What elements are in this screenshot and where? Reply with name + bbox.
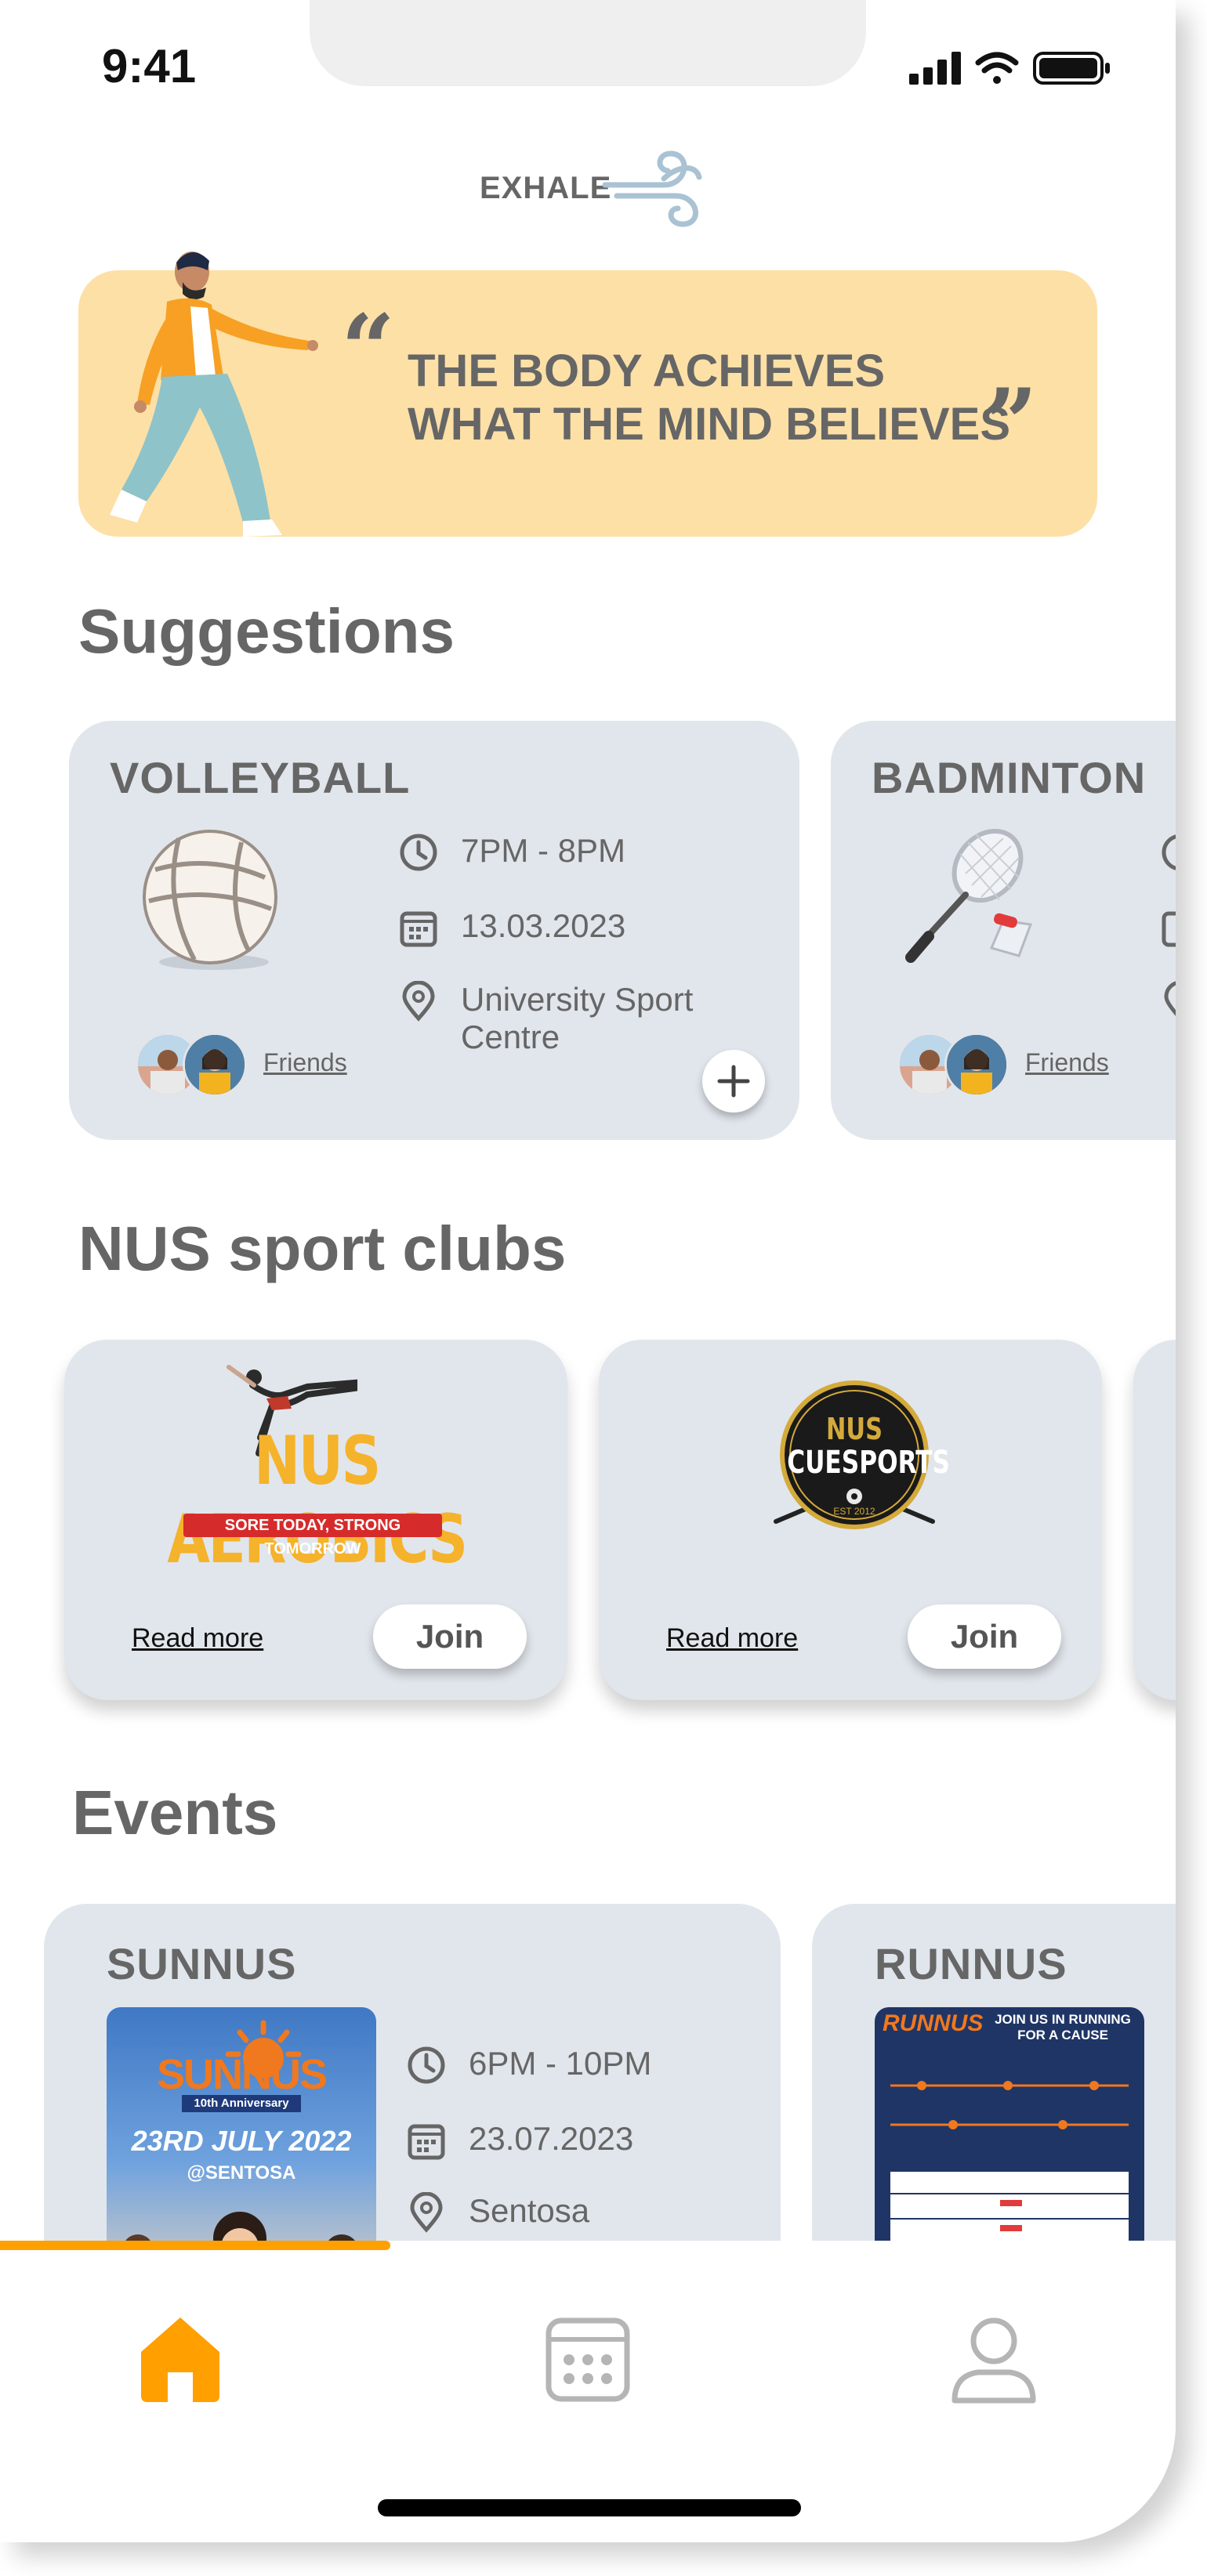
join-button[interactable]: Join bbox=[908, 1605, 1061, 1669]
signal-icon bbox=[909, 52, 961, 85]
suggestion-card-volleyball[interactable]: VOLLEYBALL Friends 7PM - 8PM 13.03.2023 bbox=[69, 721, 799, 1140]
avatar bbox=[944, 1033, 1009, 1097]
club-card-partial[interactable] bbox=[1133, 1340, 1176, 1700]
read-more-link[interactable]: Read more bbox=[132, 1623, 263, 1654]
join-button[interactable]: Join bbox=[373, 1605, 527, 1669]
card-title: SUNNUS bbox=[107, 1939, 297, 1988]
card-title: VOLLEYBALL bbox=[110, 753, 411, 802]
poster-tagline: JOIN US IN RUNNING FOR A CAUSE bbox=[995, 2012, 1131, 2042]
location-row: Sentosa bbox=[406, 2192, 589, 2233]
walking-man-illustration bbox=[110, 251, 318, 537]
clock-icon bbox=[400, 834, 437, 871]
poster-title: RUNNUS bbox=[883, 2010, 984, 2036]
event-date: 23.07.2023 bbox=[469, 2120, 634, 2157]
club-est: EST 2012 bbox=[833, 1506, 875, 1517]
logo-text: EXHALE bbox=[480, 171, 612, 205]
event-location-line1: University Sport bbox=[461, 981, 694, 1018]
location-row: University Sport Centre bbox=[398, 981, 693, 1056]
badminton-racket-icon bbox=[905, 828, 1033, 963]
club-card-aerobics[interactable]: NUS AEROBICS SORE TODAY, STRONG TOMORROW… bbox=[64, 1340, 567, 1700]
event-location-line2: Centre bbox=[461, 1018, 560, 1055]
clock-icon bbox=[1162, 834, 1176, 870]
calendar-icon bbox=[546, 2317, 630, 2402]
card-title: BADMINTON bbox=[872, 753, 1147, 802]
time-row: 7PM - 8PM bbox=[398, 832, 625, 873]
club-logo-line1: NUS bbox=[825, 1412, 883, 1446]
close-quote-icon: ” bbox=[984, 368, 1038, 479]
profile-icon bbox=[951, 2317, 1036, 2404]
time-row: 6PM - 10PM bbox=[406, 2045, 651, 2086]
status-icons bbox=[909, 52, 1110, 85]
poster-date: 23RD JULY 2022 bbox=[131, 2125, 352, 2157]
poster-subtitle: 10th Anniversary bbox=[182, 2095, 301, 2112]
read-more-link[interactable]: Read more bbox=[666, 1623, 798, 1654]
tab-profile[interactable] bbox=[939, 2303, 1049, 2413]
clubs-heading: NUS sport clubs bbox=[78, 1214, 567, 1283]
status-time: 9:41 bbox=[102, 40, 197, 92]
wifi-icon bbox=[975, 52, 1019, 84]
notch bbox=[310, 0, 866, 86]
home-indicator bbox=[378, 2499, 801, 2516]
events-heading: Events bbox=[72, 1778, 278, 1847]
volleyball-icon bbox=[143, 830, 277, 970]
event-date: 13.03.2023 bbox=[461, 907, 626, 944]
quote-banner: “ THE BODY ACHIEVES WHAT THE MIND BELIEV… bbox=[78, 251, 1097, 537]
suggestion-card-badminton[interactable]: BADMINTON Friends bbox=[831, 721, 1176, 1140]
poster-title: SUNNUS bbox=[156, 2051, 328, 2098]
event-time: 6PM - 10PM bbox=[469, 2045, 652, 2082]
add-button[interactable] bbox=[702, 1050, 765, 1113]
event-location: Sentosa bbox=[469, 2192, 590, 2229]
date-row: 13.03.2023 bbox=[398, 907, 625, 948]
calendar-icon bbox=[408, 2124, 445, 2160]
open-quote-icon: “ bbox=[341, 294, 396, 404]
calendar-icon bbox=[400, 911, 437, 947]
app-logo: EXHALE bbox=[480, 139, 715, 233]
card-title: RUNNUS bbox=[875, 1939, 1067, 1988]
location-pin-icon bbox=[410, 2192, 443, 2233]
active-tab-indicator bbox=[0, 2241, 390, 2250]
phone-screen: 9:41 EXHALE “ THE BODY ACHIEVES WHAT THE… bbox=[0, 0, 1176, 2542]
tab-calendar[interactable] bbox=[533, 2303, 643, 2413]
date-row: 23.07.2023 bbox=[406, 2120, 633, 2161]
bottom-tab-bar bbox=[0, 2241, 1176, 2542]
tab-home[interactable] bbox=[125, 2303, 235, 2413]
event-time: 7PM - 8PM bbox=[461, 832, 626, 869]
friends-link[interactable]: Friends bbox=[263, 1048, 347, 1077]
club-logo-line2: CUESPORTS bbox=[787, 1445, 950, 1481]
poster-place: @SENTOSA bbox=[187, 2162, 296, 2183]
plus-icon bbox=[717, 1065, 750, 1098]
club-card-cuesports[interactable]: NUS CUESPORTS EST 2012 Read more Join bbox=[599, 1340, 1102, 1700]
friends-link[interactable]: Friends bbox=[1025, 1048, 1109, 1077]
avatar bbox=[183, 1033, 247, 1097]
club-tagline: SORE TODAY, STRONG TOMORROW bbox=[183, 1514, 442, 1558]
suggestions-heading: Suggestions bbox=[78, 596, 455, 666]
location-pin-icon bbox=[1164, 981, 1176, 1016]
home-icon bbox=[141, 2317, 219, 2402]
battery-icon bbox=[1033, 52, 1110, 85]
wind-logo-icon bbox=[602, 150, 702, 227]
quote-text: THE BODY ACHIEVES WHAT THE MIND BELIEVES bbox=[408, 346, 1011, 450]
location-pin-icon bbox=[402, 981, 435, 1022]
clock-icon bbox=[408, 2046, 445, 2084]
calendar-icon bbox=[1162, 911, 1176, 947]
